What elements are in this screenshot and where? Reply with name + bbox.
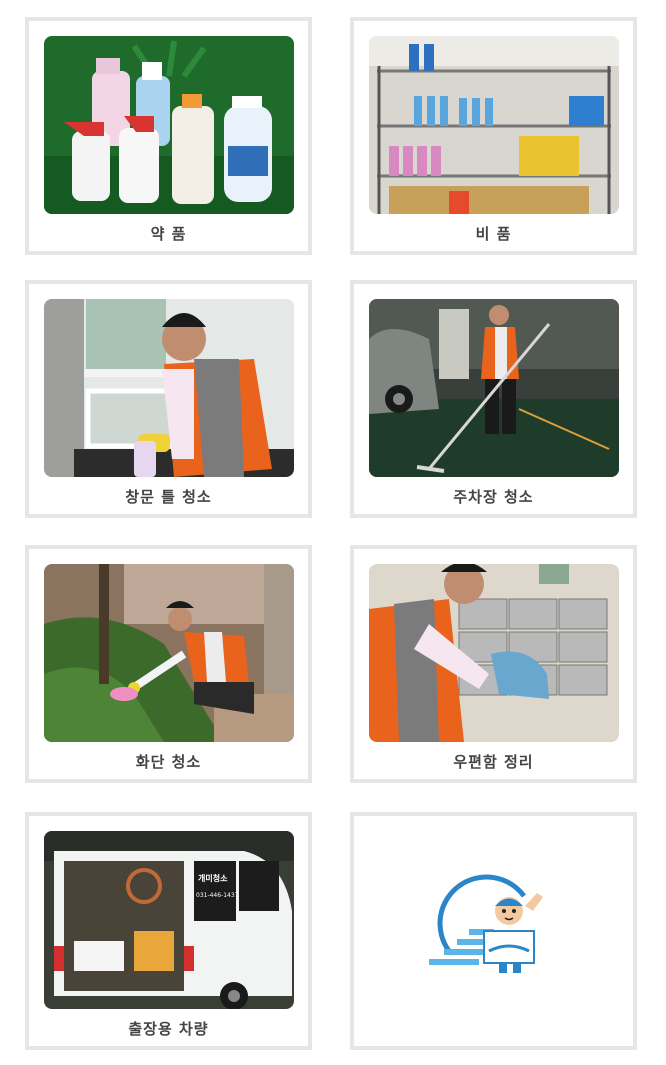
gallery-card-mailbox: 우편함 정리 [350,545,637,783]
gallery-caption: 화단 청소 [135,753,202,771]
photo-window-frame [44,299,294,477]
photo-van: 개미청소 031-446-1437 [44,831,294,1009]
svg-text:개미청소: 개미청소 [198,873,228,883]
gallery-card-flowerbed: 화단 청소 [25,545,312,783]
gallery-caption: 출장용 차량 [128,1020,209,1038]
gallery-caption: 창문 틀 청소 [125,488,212,506]
gallery-card-parking-lot: 주차장 청소 [350,280,637,518]
gallery-card-chemicals: 약 품 [25,17,312,255]
gallery-caption: 주차장 청소 [453,488,534,506]
gallery-card-window-frame: 창문 틀 청소 [25,280,312,518]
gallery-card-van: 개미청소 031-446-1437 출장용 차량 [25,812,312,1050]
photo-parking-lot [369,299,619,477]
gallery-caption: 비 품 [475,225,512,243]
gallery-caption: 약 품 [150,225,187,243]
gallery-card-logo [350,812,637,1050]
van-phone: 031-446-1437 [196,892,239,899]
photo-supplies [369,36,619,214]
photo-flowerbed [44,564,294,742]
photo-chemicals [44,36,294,214]
photo-mailbox [369,564,619,742]
gallery-caption: 우편함 정리 [453,753,534,771]
gallery-card-supplies: 비 품 [350,17,637,255]
mascot-logo [429,874,543,973]
